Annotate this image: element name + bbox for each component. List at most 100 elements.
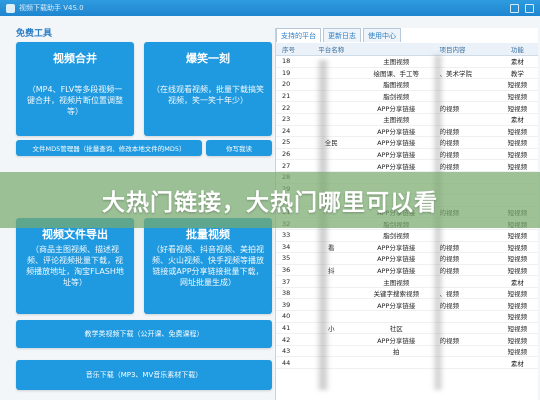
tab-supported-platforms[interactable]: 支持的平台 bbox=[276, 28, 321, 42]
table-cell: 短视频 bbox=[507, 324, 528, 333]
app-logo-icon bbox=[6, 3, 15, 13]
table-cell: 短视频 bbox=[507, 313, 528, 322]
table-cell: 20 bbox=[282, 80, 291, 89]
panel-tabs: 支持的平台 更新日志 使用中心 bbox=[276, 28, 403, 42]
col-header: 平台名称 bbox=[318, 46, 345, 54]
table-cell: 43 bbox=[282, 347, 291, 356]
table-cell: 脂图视频 bbox=[383, 81, 410, 90]
headline-text: 大热门链接，大热门哪里可以看 bbox=[102, 190, 438, 216]
window-title: 视频下载助手 V4S.0 bbox=[19, 4, 84, 12]
table-cell: 的视频 bbox=[439, 162, 460, 171]
table-cell: 素材 bbox=[510, 58, 524, 67]
tile-batch-video[interactable]: 批量视频 （好看视频、抖音视频、美拍视频、火山视频、快手视频等播放链接或APP分… bbox=[144, 218, 272, 314]
table-cell: 、视频 bbox=[439, 290, 460, 299]
table-cell: 33 bbox=[282, 231, 291, 240]
table-cell: 21 bbox=[282, 92, 291, 101]
teaching-video-button[interactable]: 教学类视频下载（公开课、免费课程） bbox=[16, 320, 272, 348]
tab-changelog[interactable]: 更新日志 bbox=[323, 28, 361, 42]
tile-title: 视频合并 bbox=[53, 52, 97, 65]
table-cell: 短视频 bbox=[507, 151, 528, 160]
table-cell: APP分享链接 bbox=[377, 104, 416, 113]
minimize-icon[interactable] bbox=[510, 3, 519, 13]
md5-manager-button[interactable]: 文件MD5管理器（批量查询、修改本地文件的MD5） bbox=[16, 140, 202, 156]
col-header: 项目内容 bbox=[439, 46, 466, 54]
table-cell: 的视频 bbox=[439, 127, 460, 136]
table-cell: APP分享链接 bbox=[377, 255, 416, 264]
table-cell: APP分享链接 bbox=[377, 336, 416, 345]
table-cell: 脂剑视频 bbox=[383, 93, 410, 102]
table-cell: 社区 bbox=[389, 324, 403, 333]
table-cell: 的视频 bbox=[439, 104, 460, 113]
music-download-button[interactable]: 音乐下载（MP3、MV音乐素材下载） bbox=[16, 360, 272, 390]
tile-title: 批量视频 bbox=[186, 228, 230, 241]
tile-video-export[interactable]: 视频文件导出 （商品主图视频、描述视频、评论视频批量下载，视频播放地址，淘宝FL… bbox=[16, 218, 134, 314]
section-title: 免费工具 bbox=[16, 29, 53, 39]
title-bar: 视频下载助手 V4S.0 bbox=[0, 0, 540, 16]
table-cell: APP分享链接 bbox=[377, 139, 416, 148]
table-cell: 的视频 bbox=[439, 301, 460, 310]
table-cell: 短视频 bbox=[507, 301, 528, 310]
table-cell: 绘图课、手工等 bbox=[373, 69, 419, 78]
review-button[interactable]: 你写我读 bbox=[206, 140, 272, 156]
tile-video-merge[interactable]: 视频合并 （MP4、FLV等多段视频一键合并，视频片断位置调整等） bbox=[16, 42, 134, 136]
window-controls bbox=[510, 3, 534, 13]
table-cell: 短视频 bbox=[507, 232, 528, 241]
table-cell: APP分享链接 bbox=[377, 162, 416, 171]
table-cell: 41 bbox=[282, 323, 291, 332]
table-cell: 的视频 bbox=[439, 255, 460, 264]
table-cell: 短视频 bbox=[507, 348, 528, 357]
table-cell: 拍 bbox=[392, 348, 400, 357]
table-cell: APP分享链接 bbox=[377, 151, 416, 160]
table-cell: 26 bbox=[282, 150, 291, 159]
table-cell: 的视频 bbox=[439, 243, 460, 252]
tile-title: 爆笑一刻 bbox=[186, 52, 230, 65]
app-window: 视频下载助手 V4S.0 免费工具 视频合并 （MP4、FLV等多段视频一键合并… bbox=[0, 0, 540, 400]
table-cell: 教学 bbox=[510, 69, 524, 78]
table-cell: 34 bbox=[282, 242, 291, 251]
tile-desc: （好看视频、抖音视频、美拍视频、火山视频、快手视频等播放链接或APP分享链接批量… bbox=[152, 245, 264, 287]
table-cell: APP分享链接 bbox=[377, 301, 416, 310]
table-cell: 主图视频 bbox=[383, 278, 410, 287]
tile-title: 视频文件导出 bbox=[42, 228, 108, 241]
table-cell: 的视频 bbox=[439, 151, 460, 160]
table-cell: 、美术学院 bbox=[439, 69, 473, 78]
table-cell: 关键字搜索视频 bbox=[373, 290, 419, 299]
tab-help-center[interactable]: 使用中心 bbox=[363, 28, 401, 42]
table-cell: 24 bbox=[282, 126, 291, 135]
table-cell: 短视频 bbox=[507, 127, 528, 136]
table-cell: 短视频 bbox=[507, 81, 528, 90]
table-cell: 36 bbox=[282, 265, 291, 274]
table-cell: 18 bbox=[282, 57, 291, 66]
table-cell: 短视频 bbox=[507, 336, 528, 345]
table-cell: 短视频 bbox=[507, 139, 528, 148]
table-cell: APP分享链接 bbox=[377, 243, 416, 252]
col-header: 序号 bbox=[282, 46, 295, 54]
table-cell: 27 bbox=[282, 161, 291, 170]
table-cell: 短视频 bbox=[507, 255, 528, 264]
table-cell: 的视频 bbox=[439, 139, 460, 148]
close-icon[interactable] bbox=[525, 3, 534, 13]
table-cell: 的视频 bbox=[439, 336, 460, 345]
table-cell: 22 bbox=[282, 103, 291, 112]
table-cell: 短视频 bbox=[507, 266, 528, 275]
tile-desc: （商品主图视频、描述视频、评论视频批量下载，视频播放地址，淘宝FLASH地址等） bbox=[26, 245, 124, 287]
table-cell: 脂剑视频 bbox=[383, 232, 410, 241]
table-cell: 短视频 bbox=[507, 290, 528, 299]
table-cell: 主图视频 bbox=[383, 58, 410, 67]
table-cell: 短视频 bbox=[507, 104, 528, 113]
table-cell: 38 bbox=[282, 289, 291, 298]
table-cell: 19 bbox=[282, 68, 291, 77]
table-cell: 35 bbox=[282, 254, 291, 263]
table-cell: 40 bbox=[282, 312, 291, 321]
table-cell: 主图视频 bbox=[383, 116, 410, 125]
tile-desc: （MP4、FLV等多段视频一键合并，视频片断位置调整等） bbox=[27, 85, 123, 116]
tile-funny-moment[interactable]: 爆笑一刻 （在线观看视频，批量下载搞笑视频，笑一笑十年少） bbox=[144, 42, 272, 136]
table-cell: 23 bbox=[282, 115, 291, 124]
table-cell: 短视频 bbox=[507, 162, 528, 171]
table-cell: APP分享链接 bbox=[377, 127, 416, 136]
tile-desc: （在线观看视频，批量下载搞笑视频，笑一笑十年少） bbox=[152, 85, 264, 105]
table-cell: 39 bbox=[282, 300, 291, 309]
table-cell: 44 bbox=[282, 358, 291, 367]
table-cell: 短视频 bbox=[507, 243, 528, 252]
table-cell: 素材 bbox=[510, 359, 524, 368]
